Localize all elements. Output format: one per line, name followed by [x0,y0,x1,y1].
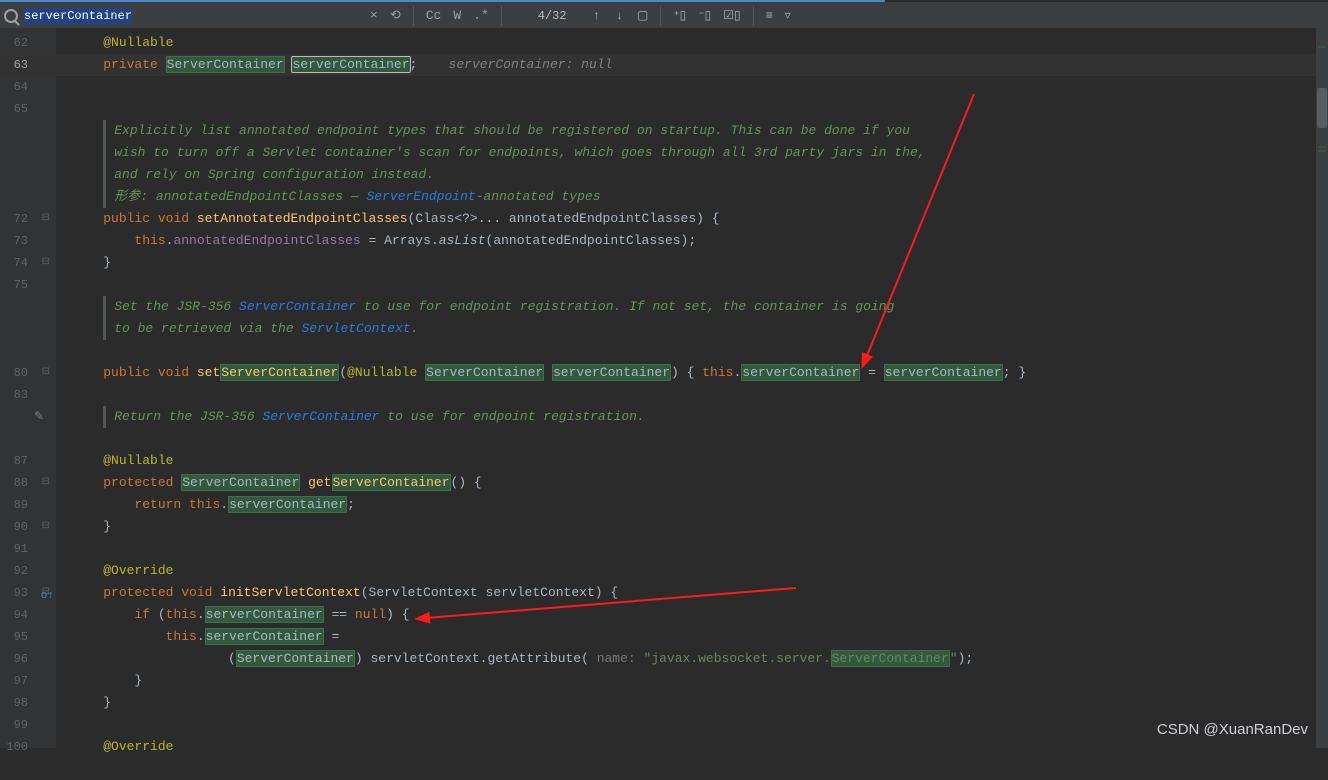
fold-icon[interactable]: ⊟ [42,472,50,494]
gutter: 62 63 64 65 72⊟ 73 74⊟ 75 80⊟ 83 ✎ 87 88… [0,28,56,748]
line-number: 83 [0,384,56,406]
line-number: 75 [0,274,56,296]
line-number: 90⊟ [0,516,56,538]
add-selection-button[interactable]: ⁺▯ [667,8,692,23]
line-number: 87 [0,450,56,472]
line-number [0,164,56,186]
line-number: 74⊟ [0,252,56,274]
watermark: CSDN @XuanRanDev [1157,721,1308,738]
scrollbar[interactable] [1316,28,1328,748]
select-all-button[interactable]: ▢ [631,8,654,23]
fold-icon[interactable]: ⊟ [42,582,50,604]
line-number: 93o↑⊟ [0,582,56,604]
line-number: 100 [0,736,56,758]
line-number [0,428,56,450]
fold-icon[interactable]: ⊟ [42,516,50,538]
fold-icon[interactable]: ⊟ [42,208,50,230]
scroll-thumb[interactable] [1317,88,1327,128]
line-number [0,340,56,362]
line-number: 89 [0,494,56,516]
remove-selection-button[interactable]: ⁻▯ [692,8,717,23]
separator [413,6,414,26]
line-number [0,142,56,164]
select-all-occurrences-button[interactable]: ☑▯ [717,8,746,23]
line-number [0,318,56,340]
line-number: 62 [0,32,56,54]
line-number: 99 [0,714,56,736]
editor: 62 63 64 65 72⊟ 73 74⊟ 75 80⊟ 83 ✎ 87 88… [0,28,1328,748]
line-number [0,186,56,208]
prev-match-button[interactable]: ↑ [585,9,608,23]
line-number: 88⊟ [0,472,56,494]
match-count: 4/32 [538,9,567,23]
settings-icon[interactable]: ≡ [760,9,779,23]
line-number: 80⊟ [0,362,56,384]
line-number: 63 [0,54,56,76]
line-number: 96 [0,648,56,670]
separator [753,6,754,26]
find-input[interactable]: serverContainer [24,9,364,23]
fold-icon[interactable]: ⊟ [42,252,50,274]
history-icon[interactable]: ⟲ [384,6,407,25]
code-area[interactable]: @Nullable private ServerContainer server… [56,28,1316,748]
match-case-button[interactable]: Cc [420,6,448,25]
next-match-button[interactable]: ↓ [608,9,631,23]
line-number: 97 [0,670,56,692]
line-number [0,758,56,780]
line-number: 91 [0,538,56,560]
line-number [0,120,56,142]
line-number: 72⊟ [0,208,56,230]
separator [660,6,661,26]
close-find-icon[interactable]: × [364,6,384,25]
line-number: ✎ [0,406,56,428]
words-button[interactable]: W [447,6,467,25]
line-number: 94 [0,604,56,626]
line-number: 64 [0,76,56,98]
line-number: 65 [0,98,56,120]
search-icon[interactable] [4,9,18,23]
line-number: 92 [0,560,56,582]
regex-button[interactable]: .* [467,6,495,25]
line-number: 95 [0,626,56,648]
separator [501,6,502,26]
edit-marker-icon: ✎ [34,406,44,428]
find-bar: serverContainer × ⟲ Cc W .* 4/32 ↑ ↓ ▢ ⁺… [0,2,1328,30]
fold-icon[interactable]: ⊟ [42,362,50,384]
line-number [0,296,56,318]
filter-icon[interactable]: ▿ [779,8,797,23]
line-number: 73 [0,230,56,252]
line-number: 98 [0,692,56,714]
